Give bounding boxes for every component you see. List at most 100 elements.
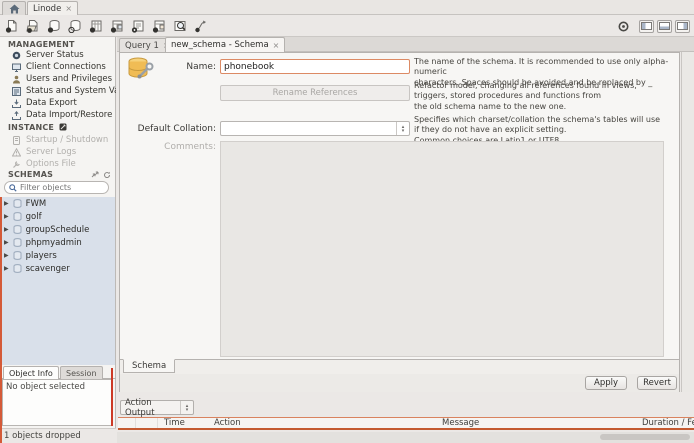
alter-schema-icon[interactable]: [67, 18, 82, 33]
schema-filter-input[interactable]: [20, 183, 100, 192]
sidebar-bottom-tabbar: Object Info Session: [0, 365, 116, 379]
close-icon[interactable]: ×: [65, 4, 72, 13]
expander-icon[interactable]: ▶: [4, 226, 9, 233]
schema-row-golf[interactable]: ▶ golf: [0, 210, 115, 223]
expander-icon[interactable]: ▶: [4, 239, 9, 246]
navigator-sidebar: MANAGEMENT Server Status Client Connecti…: [0, 37, 116, 428]
collation-select[interactable]: ▴▾: [220, 121, 410, 136]
sidebar-item-data-export[interactable]: Data Export: [0, 97, 116, 109]
sidebar-item-label: Server Status: [26, 50, 84, 60]
column-action[interactable]: Action: [208, 418, 436, 428]
schema-icon: [13, 225, 22, 234]
horizontal-scrollbar-thumb[interactable]: [600, 434, 690, 440]
create-schema-icon[interactable]: [46, 18, 61, 33]
action-output-header: Time Action Message Duration / Fetch: [118, 417, 694, 430]
expander-icon[interactable]: ▶: [4, 213, 9, 220]
editor-footer: Apply Revert: [120, 374, 679, 392]
instance-section-title: INSTANCE: [8, 123, 67, 132]
create-table-icon[interactable]: [88, 18, 103, 33]
schemas-refresh-icon[interactable]: [103, 171, 111, 179]
mysql-workbench-window: Linode ×: [0, 0, 694, 443]
create-procedure-icon[interactable]: [130, 18, 145, 33]
sidebar-item-label: Users and Privileges: [26, 74, 112, 84]
expander-icon[interactable]: ▶: [4, 252, 9, 259]
sidebar-item-data-import[interactable]: Data Import/Restore: [0, 109, 116, 121]
client-connections-icon: [12, 63, 21, 72]
drop-highlight-left: [0, 197, 2, 443]
expander-icon[interactable]: ▶: [4, 265, 9, 272]
schema-row-scavenger[interactable]: ▶ scavenger: [0, 262, 115, 275]
main-area: Query 1 × new_schema - Schema × Name:: [117, 37, 694, 443]
apply-button[interactable]: Apply: [585, 376, 627, 390]
drop-highlight-panel: [111, 368, 113, 426]
status-bar: 1 objects dropped: [0, 428, 116, 443]
server-status-icon: [12, 51, 21, 60]
tab-object-info[interactable]: Object Info: [3, 366, 59, 379]
sidebar-item-client-connections[interactable]: Client Connections: [0, 61, 116, 73]
schema-filter[interactable]: [4, 181, 109, 194]
subtab-schema[interactable]: Schema: [123, 359, 175, 373]
sidebar-item-users-privileges[interactable]: Users and Privileges: [0, 73, 116, 85]
server-logs-icon: [12, 148, 21, 157]
name-label: Name:: [120, 62, 216, 72]
toggle-bottom-panel-button[interactable]: [657, 20, 672, 33]
sidebar-item-options-file[interactable]: Options File: [0, 158, 116, 170]
collapsed-right-panel[interactable]: [681, 52, 694, 392]
create-view-icon[interactable]: [109, 18, 124, 33]
sidebar-item-label: Data Import/Restore: [26, 110, 112, 120]
reconnect-dbms-icon[interactable]: [193, 18, 208, 33]
sidebar-item-label: Client Connections: [26, 62, 106, 72]
column-message[interactable]: Message: [436, 418, 636, 428]
schema-icon: [13, 199, 22, 208]
expander-icon[interactable]: ▶: [4, 200, 9, 207]
home-icon: [9, 4, 20, 14]
no-sidebar-icon[interactable]: [616, 19, 631, 34]
home-tab[interactable]: [2, 1, 26, 15]
schema-row-fwm[interactable]: ▶ FWM: [0, 197, 115, 210]
panel-toggles: [616, 17, 690, 35]
sidebar-item-server-logs[interactable]: Server Logs: [0, 146, 116, 158]
column-blank-2: [136, 418, 158, 428]
tab-session[interactable]: Session: [60, 366, 103, 379]
schema-row-players[interactable]: ▶ players: [0, 249, 115, 262]
column-duration-fetch[interactable]: Duration / Fetch: [636, 418, 694, 428]
new-query-tab-icon[interactable]: [4, 18, 19, 33]
main-toolbar: [0, 15, 694, 37]
sidebar-item-system-variables[interactable]: Status and System Variables: [0, 85, 116, 97]
search-icon: [9, 184, 17, 192]
chevron-updown-icon[interactable]: ▴▾: [396, 122, 409, 135]
column-blank-1: [118, 418, 136, 428]
toggle-right-panel-button[interactable]: [675, 20, 690, 33]
schemas-section-title: SCHEMAS: [8, 170, 53, 179]
schema-row-phpmyadmin[interactable]: ▶ phpmyadmin: [0, 236, 115, 249]
schema-icon: [13, 264, 22, 273]
sidebar-item-label: Data Export: [26, 98, 77, 108]
column-time[interactable]: Time: [158, 418, 208, 428]
sidebar-item-startup-shutdown[interactable]: Startup / Shutdown: [0, 134, 116, 146]
collation-label: Default Collation:: [120, 124, 216, 134]
toggle-left-panel-button[interactable]: [639, 20, 654, 33]
management-section-title: MANAGEMENT: [8, 40, 75, 49]
revert-button[interactable]: Revert: [637, 376, 677, 390]
data-export-icon: [12, 99, 21, 108]
instance-config-icon: [59, 123, 67, 131]
system-variables-icon: [12, 87, 21, 96]
editor-subtab-row: Schema: [120, 359, 679, 374]
schema-row-groupschedule[interactable]: ▶ groupSchedule: [0, 223, 115, 236]
schemas-expand-icon[interactable]: [91, 171, 99, 178]
create-function-icon[interactable]: [151, 18, 166, 33]
schema-icon: [13, 251, 22, 260]
search-table-data-icon[interactable]: [172, 18, 187, 33]
output-selector[interactable]: Action Output ▴▾: [120, 400, 194, 415]
sidebar-item-server-status[interactable]: Server Status: [0, 49, 116, 61]
schema-name-input[interactable]: [220, 59, 410, 74]
comments-label: Comments:: [120, 142, 216, 152]
close-icon[interactable]: ×: [273, 41, 280, 50]
tab-new-schema[interactable]: new_schema - Schema ×: [165, 37, 285, 52]
connection-tab-linode[interactable]: Linode ×: [27, 1, 78, 15]
comments-textarea[interactable]: [220, 141, 664, 357]
data-import-icon: [12, 111, 21, 120]
rename-references-button[interactable]: Rename References: [220, 85, 410, 101]
rename-help-text: Refactor model, changing all references …: [414, 81, 680, 112]
open-sql-file-icon[interactable]: [25, 18, 40, 33]
